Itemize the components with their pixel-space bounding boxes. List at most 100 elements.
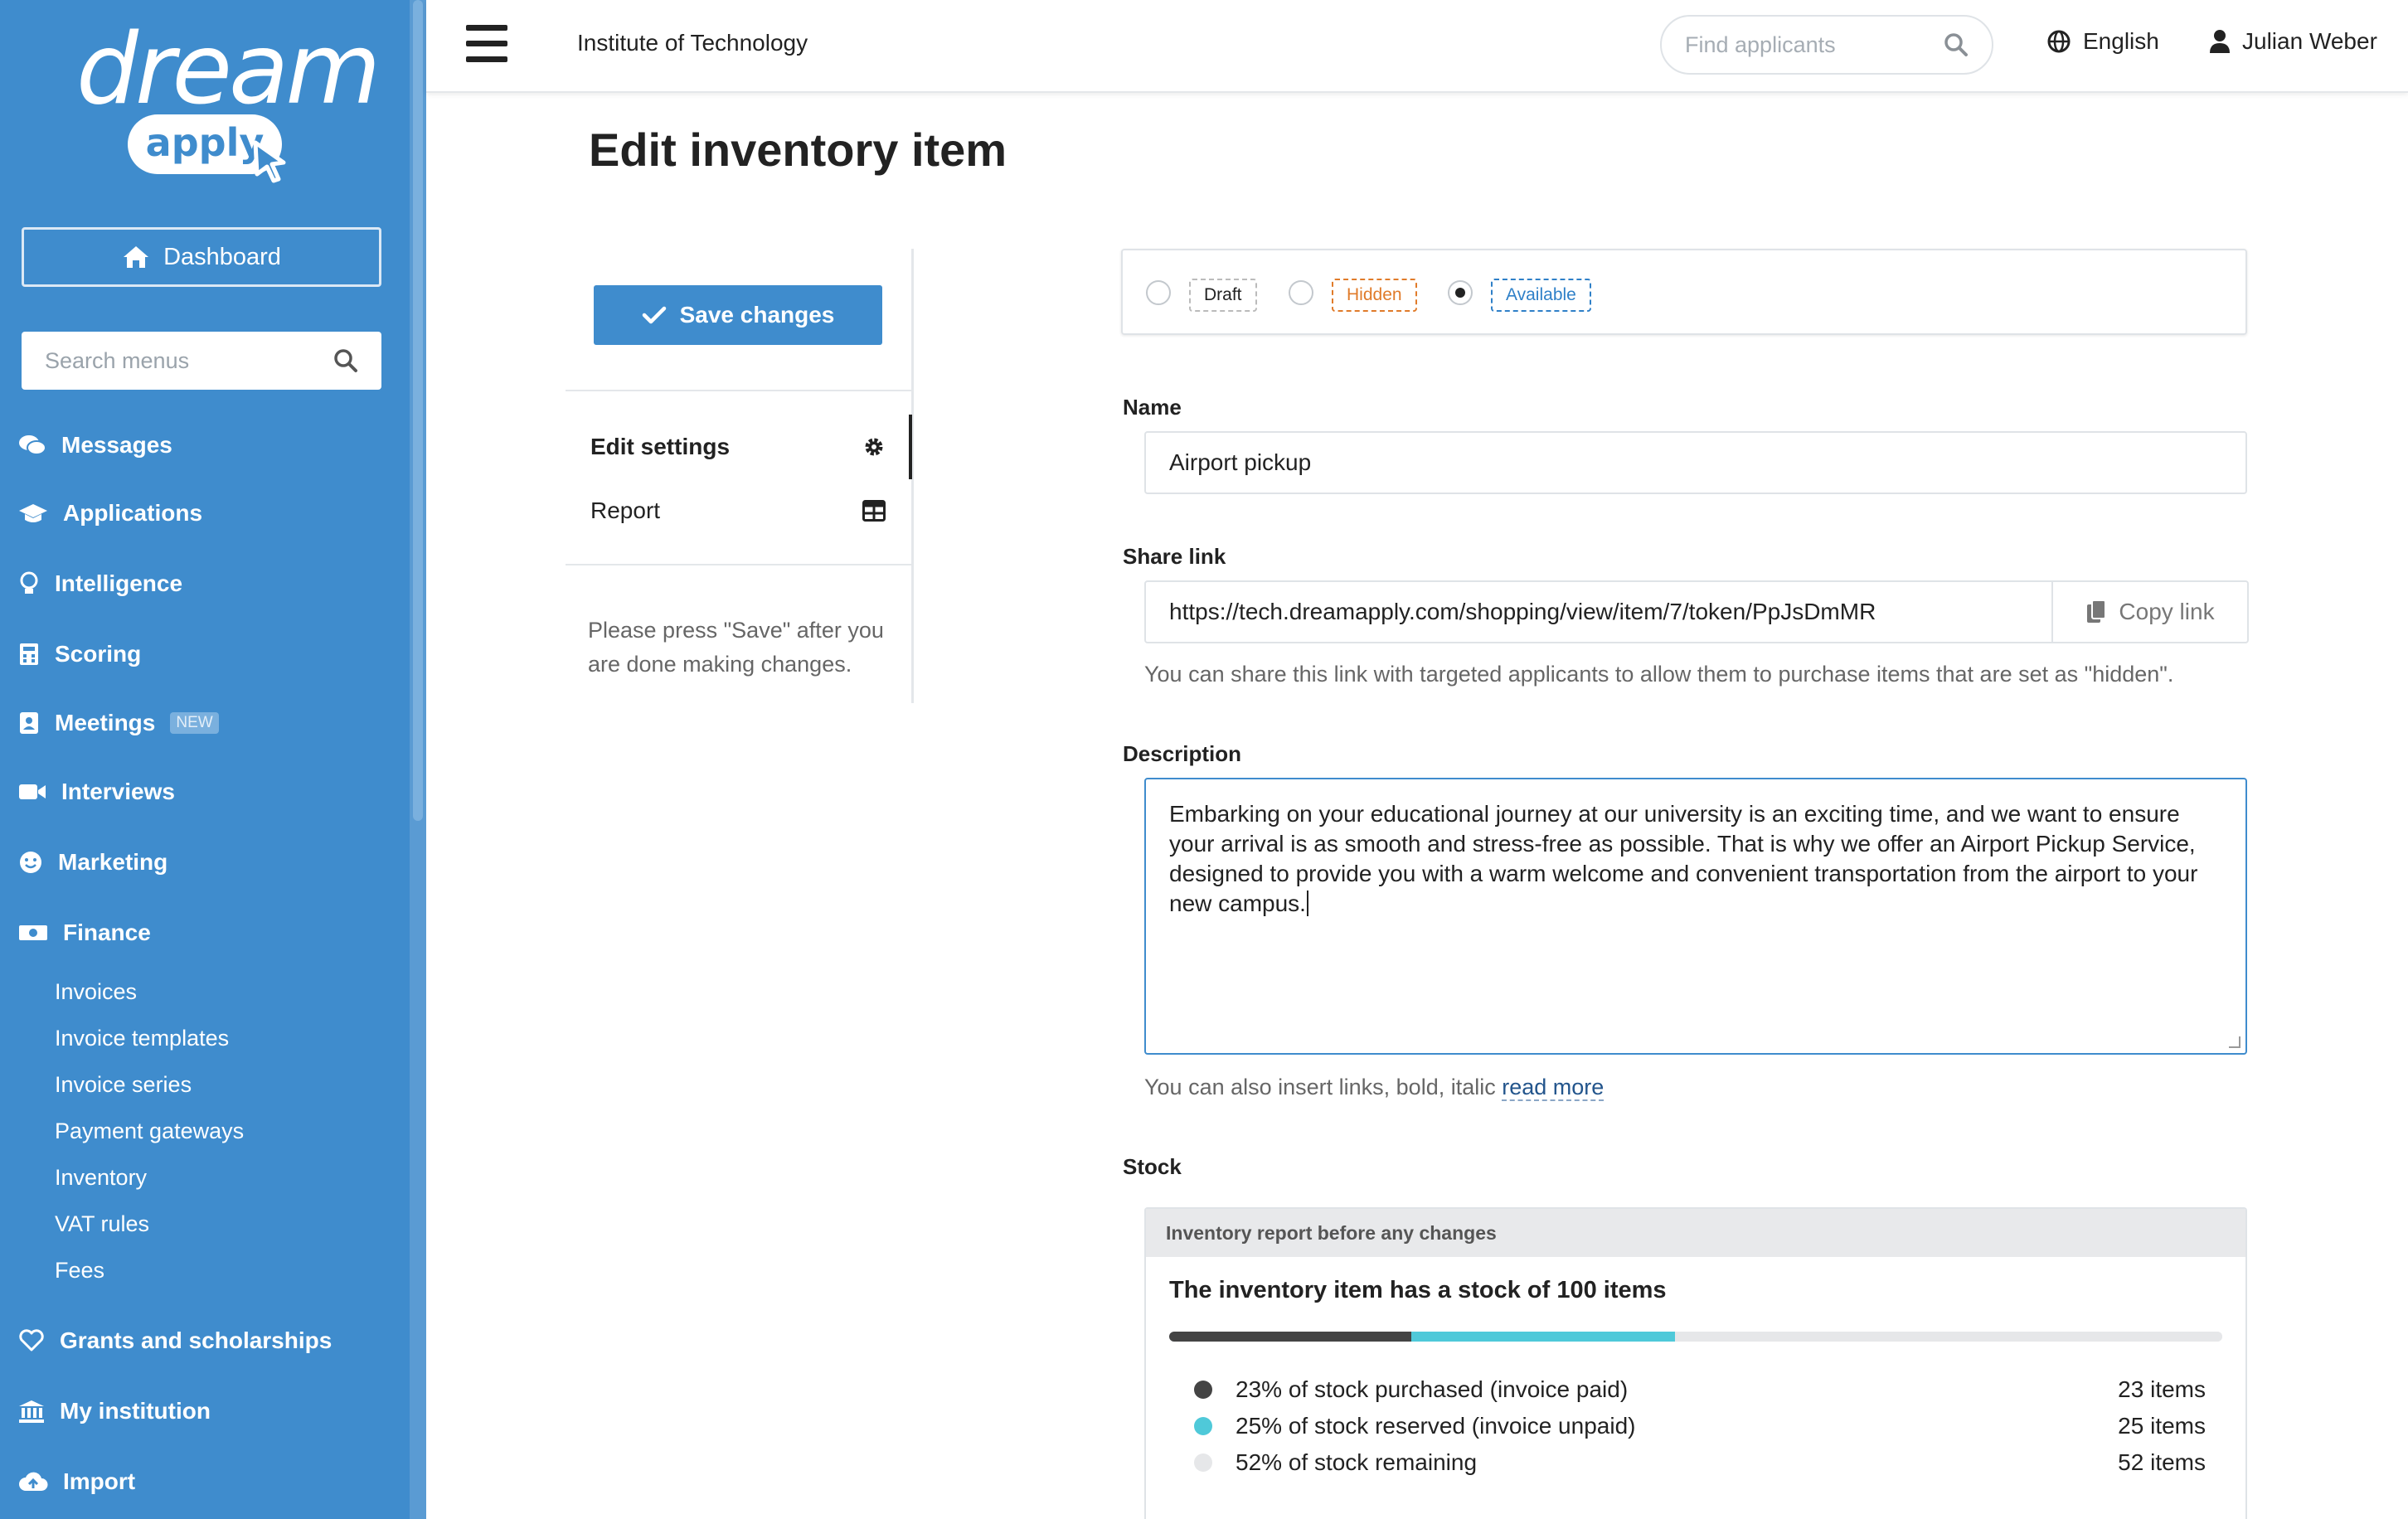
contact-card-icon <box>20 712 38 734</box>
copy-link-button[interactable]: Copy link <box>2051 580 2249 643</box>
description-help: You can also insert links, bold, italic … <box>1144 1075 1605 1101</box>
name-input[interactable]: Airport pickup <box>1144 431 2247 494</box>
sidebar-subitem-invoice-series[interactable]: Invoice series <box>55 1066 192 1103</box>
sidebar-item-meetings[interactable]: Meetings NEW <box>0 698 410 748</box>
top-header: Institute of Technology Find applicants … <box>426 0 2408 93</box>
textarea-resize-handle[interactable] <box>2229 1036 2241 1048</box>
legend-count: 52 items <box>2118 1449 2206 1475</box>
sidebar-item-intelligence[interactable]: Intelligence <box>0 559 410 609</box>
status-label: Hidden <box>1347 285 1402 304</box>
dreamapply-logo[interactable]: dream apply <box>76 15 381 189</box>
stock-legend-purchased: 23% of stock purchased (invoice paid) 23… <box>1194 1371 2206 1408</box>
sidebar-item-label: Intelligence <box>55 570 183 596</box>
status-radio-available[interactable] <box>1448 280 1473 305</box>
sidebar-subitem-invoice-templates[interactable]: Invoice templates <box>55 1020 229 1056</box>
table-icon <box>862 500 886 522</box>
heart-icon <box>19 1329 44 1352</box>
cursor-pointer-icon <box>253 140 286 183</box>
sidebar-subitem-payment-gateways[interactable]: Payment gateways <box>55 1113 244 1149</box>
status-pill-draft[interactable]: Draft <box>1189 279 1257 312</box>
stock-total-title: The inventory item has a stock of 100 it… <box>1169 1277 1667 1303</box>
language-selector[interactable]: English <box>2046 28 2159 55</box>
lightbulb-icon <box>20 571 38 594</box>
menu-item-label: Edit settings <box>590 434 731 459</box>
sidebar-item-import[interactable]: Import <box>0 1457 410 1507</box>
dashboard-label: Dashboard <box>163 243 281 270</box>
user-icon <box>2210 30 2230 53</box>
video-camera-icon <box>19 784 46 799</box>
share-link-input[interactable]: https://tech.dreamapply.com/shopping/vie… <box>1144 580 2249 643</box>
status-selector: Draft Hidden Available <box>1121 249 2247 335</box>
checkmark-icon <box>642 306 666 324</box>
status-radio-draft[interactable] <box>1146 280 1171 305</box>
sidebar-item-applications[interactable]: Applications <box>0 488 410 538</box>
user-menu[interactable]: Julian Weber <box>2209 28 2377 55</box>
stock-report-card: Inventory report before any changes The … <box>1144 1207 2247 1519</box>
menu-search-input[interactable]: Search menus <box>22 332 381 390</box>
legend-dot <box>1194 1453 1212 1472</box>
sidebar-item-finance[interactable]: Finance <box>0 908 410 958</box>
menu-item-label: Report <box>590 497 661 523</box>
search-icon <box>334 349 357 372</box>
sidebar-item-label: My institution <box>60 1398 211 1424</box>
status-pill-available[interactable]: Available <box>1491 279 1591 312</box>
sidebar-subitem-vat-rules[interactable]: VAT rules <box>55 1206 149 1242</box>
search-icon <box>1944 33 1968 56</box>
sidebar-scrollbar[interactable] <box>410 0 426 1519</box>
smiley-icon <box>20 852 41 873</box>
copy-icon <box>2087 599 2107 623</box>
sidebar-item-scoring[interactable]: Scoring <box>0 629 410 679</box>
stock-legend-reserved: 25% of stock reserved (invoice unpaid) 2… <box>1194 1408 2206 1444</box>
save-hint-text: Please press "Save" after you are done m… <box>588 618 884 677</box>
description-help-text: You can also insert links, bold, italic <box>1144 1075 1496 1099</box>
institution-name: Institute of Technology <box>577 30 808 56</box>
sidebar-item-label: Interviews <box>61 779 175 804</box>
share-link-help: You can share this link with targeted ap… <box>1144 662 2174 687</box>
sidebar-subitem-inventory[interactable]: Inventory <box>55 1159 147 1196</box>
sidebar: dream apply Dashboard Search menus Messa… <box>0 0 426 1519</box>
legend-label: 23% of stock purchased (invoice paid) <box>1236 1376 1629 1402</box>
read-more-link[interactable]: read more <box>1502 1075 1605 1101</box>
cloud-upload-icon <box>19 1472 48 1491</box>
sidebar-item-label: Marketing <box>58 849 168 875</box>
sidebar-subitem-fees[interactable]: Fees <box>55 1252 104 1288</box>
find-applicants-input[interactable]: Find applicants <box>1660 15 1993 75</box>
status-pill-hidden[interactable]: Hidden <box>1332 279 1417 312</box>
stock-card-header: Inventory report before any changes <box>1146 1209 2245 1257</box>
sidebar-item-interviews[interactable]: Interviews <box>0 767 410 817</box>
stock-segment-reserved <box>1411 1332 1675 1342</box>
divider <box>566 564 914 565</box>
money-bill-icon <box>19 925 47 940</box>
menu-item-edit-settings[interactable]: Edit settings <box>590 422 886 472</box>
save-changes-button[interactable]: Save changes <box>594 285 882 345</box>
legend-dot <box>1194 1381 1212 1399</box>
sidebar-item-label: Scoring <box>55 641 142 667</box>
menu-toggle-icon[interactable] <box>466 25 507 63</box>
sidebar-item-grants[interactable]: Grants and scholarships <box>0 1316 410 1366</box>
menu-item-report[interactable]: Report <box>590 486 886 536</box>
stock-segment-purchased <box>1169 1332 1412 1342</box>
legend-count: 23 items <box>2118 1376 2206 1402</box>
sidebar-subitem-invoices[interactable]: Invoices <box>55 973 137 1010</box>
sidebar-item-my-institution[interactable]: My institution <box>0 1386 410 1436</box>
stock-label: Stock <box>1123 1154 1182 1179</box>
sidebar-item-marketing[interactable]: Marketing <box>0 837 410 887</box>
stock-progress-bar <box>1169 1332 2222 1342</box>
gear-icon <box>865 438 883 456</box>
menu-search-placeholder: Search menus <box>45 347 190 373</box>
legend-label: 25% of stock reserved (invoice unpaid) <box>1236 1413 1636 1439</box>
description-textarea[interactable]: Embarking on your educational journey at… <box>1144 778 2247 1055</box>
stock-segment-remaining <box>1674 1332 2222 1342</box>
dashboard-button[interactable]: Dashboard <box>22 227 381 287</box>
name-value: Airport pickup <box>1169 449 1312 475</box>
sidebar-item-label: Finance <box>63 920 151 945</box>
status-radio-hidden[interactable] <box>1289 280 1313 305</box>
user-name: Julian Weber <box>2242 28 2377 54</box>
sidebar-scrollbar-thumb[interactable] <box>413 0 423 821</box>
legend-dot <box>1194 1417 1212 1435</box>
name-label: Name <box>1123 395 1182 420</box>
text-caret <box>1306 891 1308 916</box>
sidebar-item-messages[interactable]: Messages <box>0 420 410 470</box>
page-title: Edit inventory item <box>589 124 1007 176</box>
find-applicants-placeholder: Find applicants <box>1685 32 1836 57</box>
